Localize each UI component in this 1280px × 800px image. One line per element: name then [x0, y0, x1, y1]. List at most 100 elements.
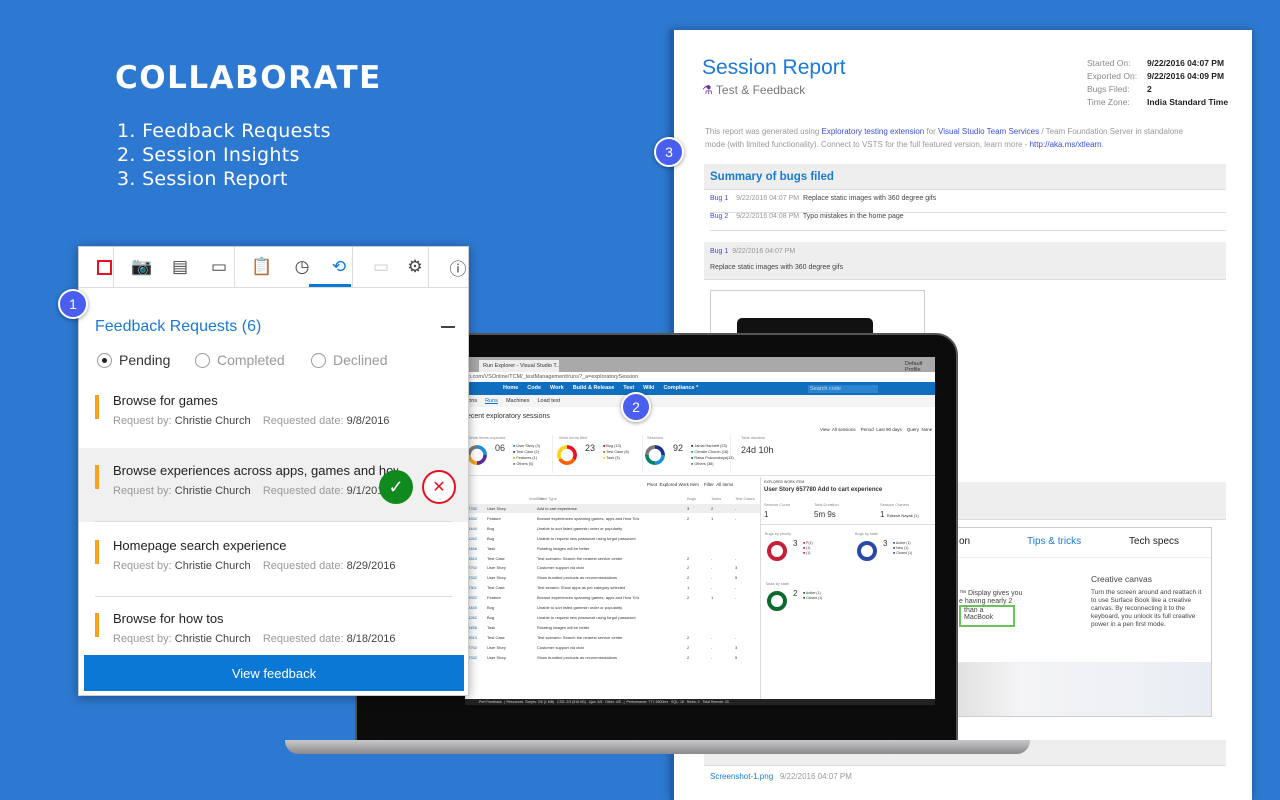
subnav-item[interactable]: Load test: [537, 398, 560, 404]
toolbar-divider: [234, 247, 235, 287]
product-heading: Creative canvas: [1091, 574, 1152, 584]
feedback-request-item[interactable]: Homepage search experience Request by: Ch…: [79, 523, 468, 597]
nav-home[interactable]: Home: [503, 385, 518, 391]
detail-chart: Bugs by state 3 ■ Active (1) ■ New (1) ■ Clo…: [855, 532, 935, 577]
bug-row[interactable]: Bug 1 9/22/2016 04:07 PM Replace static …: [710, 195, 1226, 213]
legend-item: ■ Others (38): [691, 462, 714, 466]
info-icon[interactable]: ⓘ: [439, 247, 477, 287]
summary-title: Summary of bugs filed: [710, 171, 834, 183]
cell: 2: [687, 515, 690, 521]
cell: Unable to sort listed gamesin order or p…: [537, 605, 623, 610]
filters[interactable]: View All sessions Period Last 90 days Qu…: [820, 427, 932, 432]
cell: Unable to request new password using for…: [537, 535, 636, 541]
radio-pending[interactable]: Pending: [97, 352, 170, 368]
extension-link[interactable]: Exploratory testing extension: [822, 127, 925, 136]
cell: -: [711, 555, 713, 561]
hero-item: 2. Session Insights: [117, 144, 300, 166]
meta-label: Exported On:: [1087, 71, 1138, 81]
toolbar-divider: [428, 247, 429, 287]
table-row[interactable]: 628510Test CaseTest scenario: Search the…: [465, 633, 760, 642]
meta-value: 2: [1147, 84, 1152, 94]
note-icon[interactable]: ▤: [161, 247, 199, 287]
table-row[interactable]: 641262BugUnable to request new password …: [465, 613, 760, 622]
request-meta: Request by: Christie Church Requested da…: [113, 560, 396, 572]
clock-icon[interactable]: ◷: [283, 247, 321, 287]
legend-item: ■ Test Case (2): [513, 450, 539, 454]
detail-pane: EXPLORED WORK ITEM User Story 657780 Add…: [760, 477, 935, 699]
table-row[interactable]: 655932FeatureBrowse experiences spanning…: [465, 593, 760, 602]
subnav-runs[interactable]: Runs: [485, 398, 498, 404]
detail-chart: Tasks by state 2 ■ Active (1) ■ Closed (1): [765, 582, 849, 627]
table-row[interactable]: 654440BugUnable to sort listed gamesin o…: [465, 524, 760, 533]
nav-build[interactable]: Build & Release: [573, 385, 615, 391]
column-header[interactable]: Bugs: [687, 496, 696, 501]
step-badge-1: 1: [58, 289, 88, 319]
toolbar-divider: [352, 247, 353, 287]
cell: -: [735, 506, 737, 511]
cell: Browse experiences spanning games, apps …: [537, 595, 640, 601]
column-header[interactable]: Test Cases: [735, 496, 755, 501]
nav-test[interactable]: Test: [623, 385, 634, 391]
bug-row[interactable]: Bug 2 9/22/2016 04:08 PM Typo mistakes i…: [710, 213, 1226, 231]
column-header[interactable]: Title: [537, 496, 544, 501]
pivot-filter[interactable]: Pivot Explored Work Item Filter All item…: [647, 482, 733, 487]
radio-completed[interactable]: Completed: [195, 352, 285, 368]
table-row[interactable]: 627792User StoryCustomer support via cha…: [465, 563, 760, 572]
table-row[interactable]: 622332User StoryShow bundled products as…: [465, 653, 760, 662]
legend-item: ■ Test Case (8): [603, 450, 629, 454]
subnav-item[interactable]: Machines: [506, 398, 530, 404]
url-bar[interactable]: o.com/VSOnline/TCM/_testManagement/runs?…: [465, 372, 935, 382]
stop-icon[interactable]: [85, 247, 123, 287]
table-row[interactable]: 629456TaskRotating images will be better: [465, 544, 760, 553]
table-row[interactable]: 654440BugUnable to sort listed gamesin o…: [465, 603, 760, 612]
meta-label: Bugs Filed:: [1087, 84, 1130, 94]
collapse-button[interactable]: [441, 326, 455, 328]
cell: Bug: [487, 614, 495, 620]
nav-work[interactable]: Work: [550, 385, 564, 391]
learn-more-link[interactable]: http://aka.ms/xtlearn: [1030, 140, 1102, 149]
cell: 2: [687, 654, 690, 660]
attachment-row[interactable]: Screenshot-1.png 9/22/2016 04:07 PM: [710, 772, 852, 781]
step-badge-3: 3: [654, 137, 684, 167]
nav-compliance[interactable]: Compliance *: [663, 385, 698, 391]
legend-item: ■ Jamal Hartnett (23): [691, 444, 727, 448]
table-row[interactable]: 641262BugUnable to request new password …: [465, 534, 760, 543]
table-row[interactable]: 655932FeatureBrowse experiences spanning…: [465, 514, 760, 523]
table-row[interactable]: 622332User StoryShow bundled products as…: [465, 573, 760, 582]
table-row[interactable]: 627792User StoryCustomer support via cha…: [465, 643, 760, 652]
browser-tab[interactable]: Run Explorer - Visual Studio T...: [479, 360, 559, 372]
cell: Test Case: [487, 634, 505, 640]
radio-declined[interactable]: Declined: [311, 352, 387, 368]
decline-x-icon[interactable]: ✕: [422, 470, 456, 504]
meta-label: Time Zone:: [1087, 97, 1130, 107]
camera-icon[interactable]: 📷: [123, 247, 161, 287]
view-feedback-button[interactable]: View feedback: [84, 655, 464, 691]
column-header[interactable]: Tasks: [711, 496, 721, 501]
report-subtitle: Test & Feedback: [715, 83, 806, 97]
vsts-link[interactable]: Visual Studio Team Services: [938, 127, 1039, 136]
table-row[interactable]: 622301Test CaseTest senario: Show apps a…: [465, 583, 760, 592]
clipboard-check-icon[interactable]: 📋: [243, 247, 281, 287]
status-bar: [95, 613, 99, 637]
hero-item: 1. Feedback Requests: [117, 120, 331, 142]
table-row[interactable]: 657780User StoryAdd to cart experience32…: [465, 504, 760, 513]
video-icon[interactable]: ▭: [200, 247, 238, 287]
active-tab-indicator: [309, 284, 351, 287]
cell: Unable to request new password using for…: [537, 614, 636, 620]
search-code-input[interactable]: Search code: [808, 385, 878, 393]
bug-detail-header: Bug 1 9/22/2016 04:07 PM Replace static …: [704, 242, 1226, 280]
cell: -: [735, 555, 737, 561]
cell: 2: [687, 575, 690, 581]
accept-check-icon[interactable]: ✓: [379, 470, 413, 504]
table-row[interactable]: 629456TaskRotating images will be better: [465, 623, 760, 632]
cell: User Story: [487, 644, 506, 650]
cell: Task: [487, 545, 496, 551]
feedback-request-item[interactable]: Browse experiences across apps, games an…: [79, 448, 468, 522]
nav-wiki[interactable]: Wiki: [643, 385, 654, 391]
nav-code[interactable]: Code: [527, 385, 541, 391]
cell: -: [735, 634, 737, 640]
step-badge-2: 2: [621, 392, 651, 422]
status-bar: Perf Feedback | Resources Scripts: 2/6 (…: [465, 699, 935, 705]
feedback-request-item[interactable]: Browse for games Request by: Christie Chu…: [79, 378, 468, 452]
table-row[interactable]: 628510Test CaseTest scenario: Search the…: [465, 554, 760, 563]
